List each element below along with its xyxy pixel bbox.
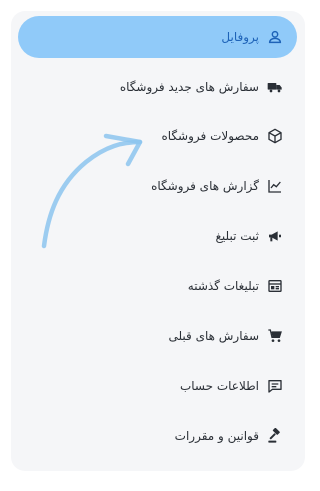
sidebar-item-terms[interactable]: قوانین و مقررات: [18, 415, 297, 457]
sidebar-item-label: ثبت تبلیغ: [215, 229, 260, 243]
sidebar-item-label: محصولات فروشگاه: [161, 129, 259, 143]
trend-chart-icon: [267, 178, 283, 194]
newspaper-icon: [267, 278, 283, 294]
gavel-icon: [267, 428, 283, 444]
message-icon: [267, 378, 283, 394]
sidebar-item-label: پروفایل: [221, 30, 259, 44]
sidebar-item-label: سفارش های جدید فروشگاه: [119, 80, 259, 94]
truck-icon: [267, 79, 283, 95]
box-icon: [267, 128, 283, 144]
sidebar-item-label: تبلیغات گذشته: [187, 279, 259, 293]
person-icon: [267, 29, 283, 45]
sidebar-item-new-orders[interactable]: سفارش های جدید فروشگاه: [18, 66, 297, 108]
sidebar-item-new-ad[interactable]: ثبت تبلیغ: [18, 215, 297, 257]
sidebar-item-label: سفارش های قبلی: [168, 329, 259, 343]
sidebar-item-reports[interactable]: گزارش های فروشگاه: [18, 165, 297, 207]
sidebar-item-previous-orders[interactable]: سفارش های قبلی: [18, 315, 297, 357]
sidebar-item-label: قوانین و مقررات: [174, 429, 259, 443]
megaphone-icon: [267, 228, 283, 244]
sidebar-item-label: اطلاعات حساب: [179, 379, 259, 393]
cart-icon: [267, 328, 283, 344]
sidebar-item-account-info[interactable]: اطلاعات حساب: [18, 365, 297, 407]
sidebar-item-label: گزارش های فروشگاه: [151, 179, 259, 193]
sidebar-item-past-ads[interactable]: تبلیغات گذشته: [18, 265, 297, 307]
sidebar-item-profile[interactable]: پروفایل: [18, 16, 297, 58]
sidebar-item-products[interactable]: محصولات فروشگاه: [18, 115, 297, 157]
sidebar-panel: پروفایل سفارش های جدید فروشگاه محصولات ف…: [11, 11, 305, 471]
